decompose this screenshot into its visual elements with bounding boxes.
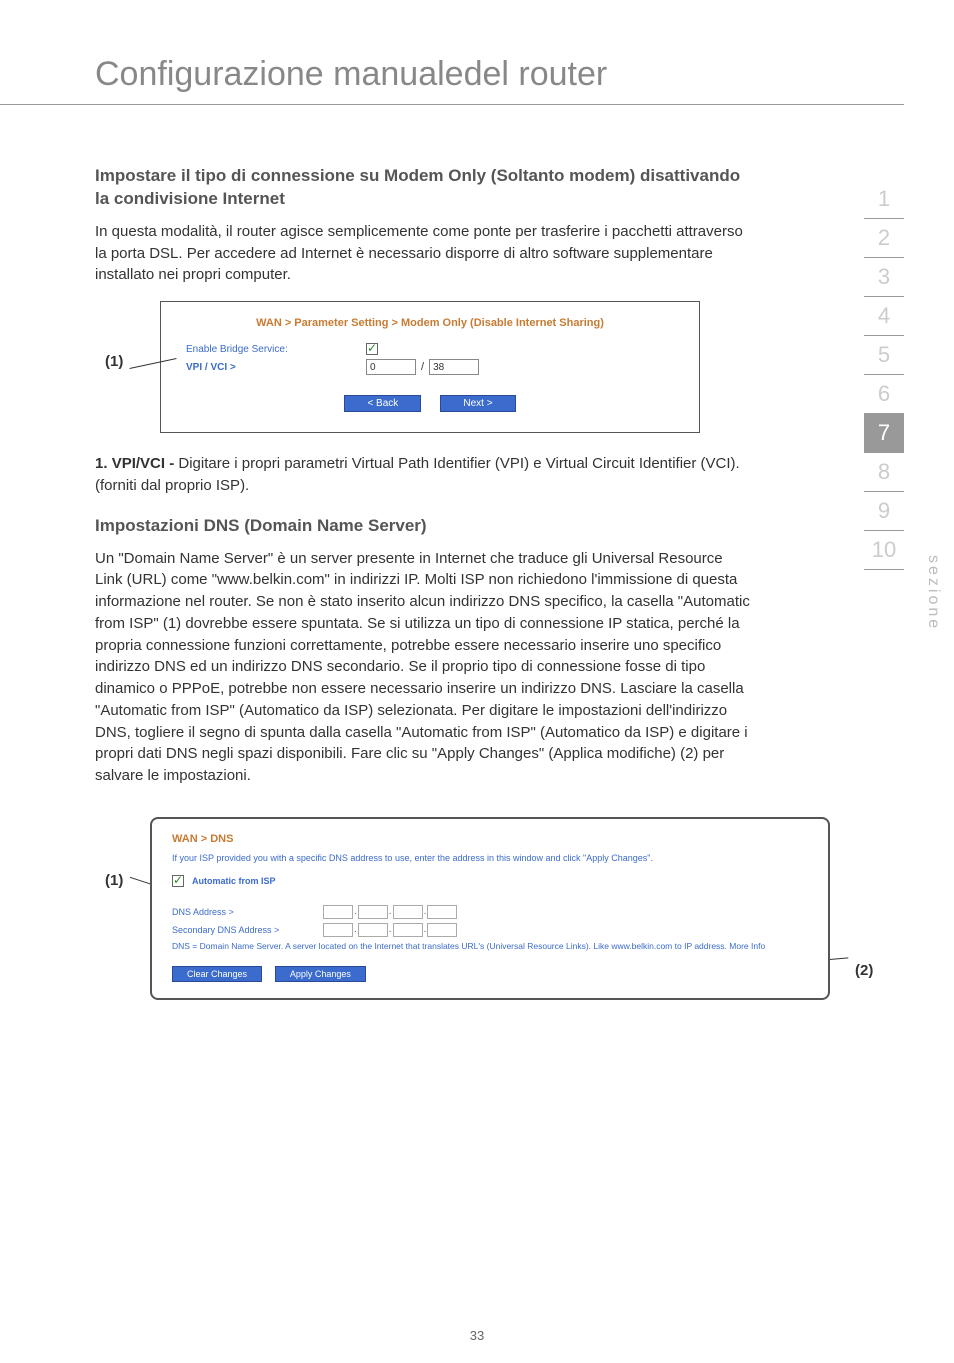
- callout-1: (1): [105, 353, 123, 370]
- section1-body: In questa modalità, il router agisce sem…: [95, 221, 750, 286]
- dns-address-label: DNS Address >: [172, 907, 322, 917]
- vpi-vci-slash: /: [421, 361, 424, 373]
- section2-body: Un "Domain Name Server" è un server pres…: [95, 548, 750, 787]
- nav-5[interactable]: 5: [864, 336, 904, 375]
- sec-dns-ip-1[interactable]: [323, 923, 353, 937]
- nav-3[interactable]: 3: [864, 258, 904, 297]
- ss2-desc: If your ISP provided you with a specific…: [172, 853, 808, 865]
- nav-1[interactable]: 1: [864, 180, 904, 219]
- list-item-1-title: VPI/VCI -: [112, 455, 175, 472]
- section-vertical-label: sezione: [924, 555, 942, 631]
- clear-changes-button[interactable]: Clear Changes: [172, 966, 262, 982]
- nav-2[interactable]: 2: [864, 219, 904, 258]
- callout-2-left: (1): [105, 872, 123, 889]
- ss1-breadcrumb: WAN > Parameter Setting > Modem Only (Di…: [186, 317, 674, 329]
- enable-bridge-checkbox[interactable]: [366, 343, 378, 355]
- side-navigation: 1 2 3 4 5 6 7 8 9 10: [864, 180, 904, 570]
- enable-bridge-label: Enable Bridge Service:: [186, 344, 366, 355]
- sec-dns-ip-4[interactable]: [427, 923, 457, 937]
- auto-isp-checkbox[interactable]: [172, 875, 184, 887]
- nav-7[interactable]: 7: [864, 414, 904, 453]
- vpi-vci-label: VPI / VCI >: [186, 362, 366, 373]
- main-content: Impostare il tipo di connessione su Mode…: [0, 105, 800, 1000]
- callout-2-right: (2): [855, 962, 873, 979]
- nav-10[interactable]: 10: [864, 531, 904, 570]
- figure1-wrap: (1) WAN > Parameter Setting > Modem Only…: [95, 301, 750, 433]
- dns-ip-1[interactable]: [323, 905, 353, 919]
- vpi-input[interactable]: 0: [366, 359, 416, 375]
- vci-input[interactable]: 38: [429, 359, 479, 375]
- auto-isp-label: Automatic from ISP: [192, 876, 276, 886]
- nav-8[interactable]: 8: [864, 453, 904, 492]
- nav-9[interactable]: 9: [864, 492, 904, 531]
- screenshot-dns: WAN > DNS If your ISP provided you with …: [150, 817, 830, 1000]
- list-item-1: 1. VPI/VCI - Digitare i propri parametri…: [95, 453, 750, 497]
- page-number: 33: [0, 1328, 954, 1343]
- dns-ip-3[interactable]: [393, 905, 423, 919]
- apply-changes-button[interactable]: Apply Changes: [275, 966, 366, 982]
- section2-heading: Impostazioni DNS (Domain Name Server): [95, 515, 750, 538]
- section1-heading: Impostare il tipo di connessione su Mode…: [95, 165, 750, 211]
- sec-dns-ip-2[interactable]: [358, 923, 388, 937]
- nav-4[interactable]: 4: [864, 297, 904, 336]
- screenshot-modem-only: WAN > Parameter Setting > Modem Only (Di…: [160, 301, 700, 433]
- nav-6[interactable]: 6: [864, 375, 904, 414]
- dns-note: DNS = Domain Name Server. A server locat…: [172, 941, 808, 952]
- back-button[interactable]: < Back: [344, 395, 421, 412]
- next-button[interactable]: Next >: [440, 395, 515, 412]
- figure2-wrap: (1) (2) WAN > DNS If your ISP provided y…: [95, 817, 750, 1000]
- page-title: Configurazione manualedel router: [0, 0, 904, 105]
- list-item-1-text: Digitare i propri parametri Virtual Path…: [95, 455, 740, 494]
- dns-ip-2[interactable]: [358, 905, 388, 919]
- sec-dns-address-label: Secondary DNS Address >: [172, 925, 322, 935]
- list-item-1-num: 1.: [95, 455, 108, 472]
- ss2-breadcrumb: WAN > DNS: [172, 833, 808, 845]
- sec-dns-ip-3[interactable]: [393, 923, 423, 937]
- dns-ip-4[interactable]: [427, 905, 457, 919]
